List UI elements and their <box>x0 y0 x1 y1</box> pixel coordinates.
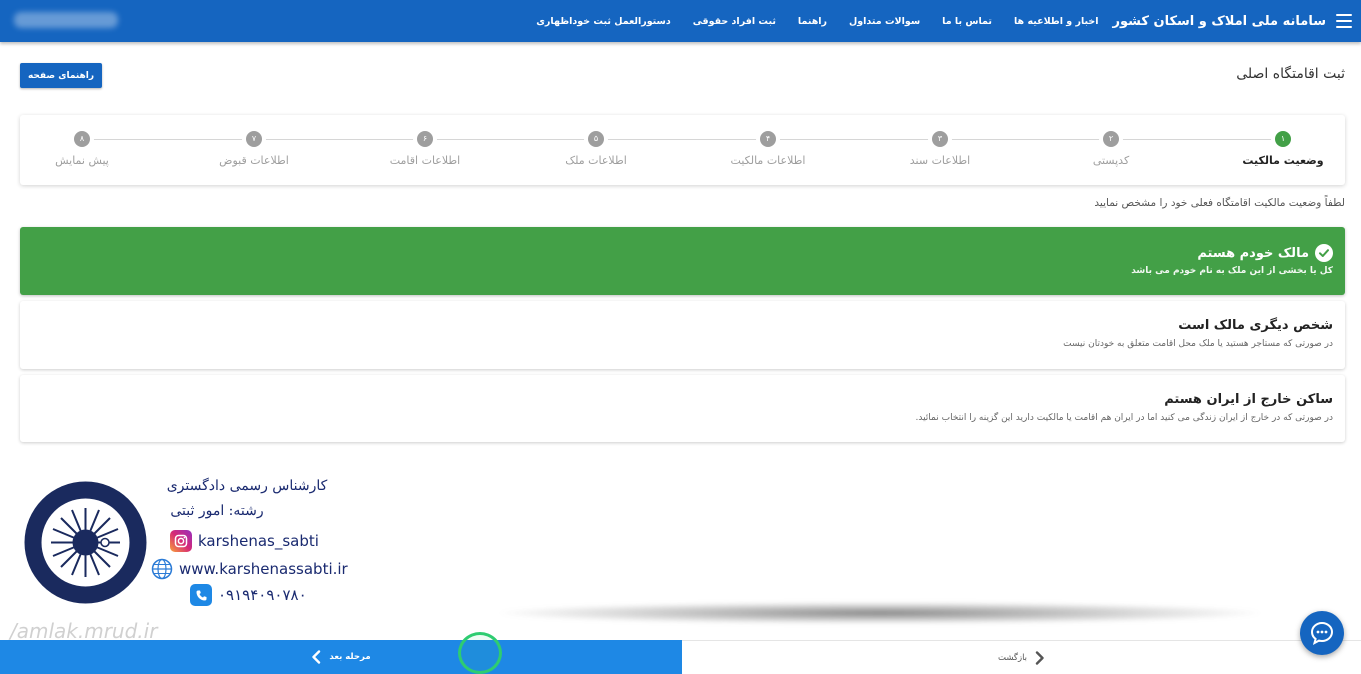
chevron-left-icon <box>312 650 321 664</box>
watermark-website: www.karshenassabti.ir <box>151 558 348 580</box>
step-number: ۲ <box>1103 131 1119 147</box>
phone-number: ۰۹۱۹۴۰۹۰۷۸۰ <box>218 586 307 604</box>
step-label: وضعیت مالکیت <box>1242 154 1324 167</box>
brand-title[interactable]: سامانه ملی املاک و اسکان کشور <box>1113 14 1326 29</box>
next-step-button[interactable]: مرحله بعد <box>0 640 682 674</box>
globe-icon <box>151 558 173 580</box>
step-number: ۳ <box>932 131 948 147</box>
option-subtitle: در صورتی که در خارج از ایران زندگی می کن… <box>915 413 1333 423</box>
step-number: ۶ <box>417 131 433 147</box>
menu-icon[interactable] <box>1336 14 1352 28</box>
step-number: ۷ <box>246 131 262 147</box>
step-number: ۱ <box>1275 131 1291 147</box>
check-circle-icon <box>1315 244 1333 262</box>
watermark-field: رشته: امور ثبتی <box>170 503 264 519</box>
option-other-owner[interactable]: شخص دیگری مالک است در صورتی که مستاجر هس… <box>20 301 1345 369</box>
chat-bubble-icon <box>1310 621 1334 645</box>
nav-links: اخبار و اطلاعیه ها تماس با ما سوالات متد… <box>536 16 1098 27</box>
step-label: پیش نمایش <box>55 154 109 167</box>
step-7[interactable]: ۷ اطلاعات قبوض <box>194 131 314 167</box>
option-title: ساکن خارج از ایران هستم <box>1164 392 1333 407</box>
watermark-instagram: karshenas_sabti <box>170 530 319 552</box>
progress-stepper: ۱ وضعیت مالکیت ۲ کدپستی ۳ اطلاعات سند ۴ … <box>20 115 1345 185</box>
page-help-button[interactable]: راهنمای صفحه <box>20 63 102 88</box>
phone-icon <box>190 584 212 606</box>
step-label: اطلاعات اقامت <box>389 154 461 167</box>
nav-link-legal-entities[interactable]: ثبت افراد حقوقی <box>693 16 776 27</box>
nav-link-faq[interactable]: سوالات متداول <box>849 16 920 27</box>
page-title: ثبت اقامتگاه اصلی <box>1236 66 1345 82</box>
option-subtitle: کل یا بخشی از این ملک به نام خودم می باش… <box>1131 266 1333 276</box>
chat-support-button[interactable] <box>1300 611 1344 655</box>
step-label: کدپستی <box>1092 154 1130 167</box>
instagram-icon <box>170 530 192 552</box>
step-number: ۴ <box>760 131 776 147</box>
step-1[interactable]: ۱ وضعیت مالکیت <box>1223 131 1343 167</box>
back-label: بازگشت <box>997 652 1028 663</box>
step-label: اطلاعات قبوض <box>219 154 289 167</box>
option-owner-self[interactable]: مالک خودم هستم کل یا بخشی از این ملک به … <box>20 227 1345 295</box>
nav-link-self-declaration-instructions[interactable]: دستورالعمل ثبت خوداظهاری <box>536 16 671 27</box>
nav-link-contact[interactable]: تماس با ما <box>942 16 992 27</box>
step-number: ۵ <box>588 131 604 147</box>
step-label: اطلاعات ملک <box>565 154 627 167</box>
option-abroad-resident[interactable]: ساکن خارج از ایران هستم در صورتی که در خ… <box>20 375 1345 442</box>
next-step-label: مرحله بعد <box>329 652 371 662</box>
step-number: ۸ <box>74 131 90 147</box>
instruction-text: لطفاً وضعیت مالکیت اقامتگاه فعلی خود را … <box>1094 197 1345 209</box>
option-title: مالک خودم هستم <box>20 244 1333 262</box>
official-seal-logo <box>23 480 148 605</box>
back-button[interactable]: بازگشت <box>682 640 1361 674</box>
chevron-right-icon <box>1035 650 1044 665</box>
watermark-title: کارشناس رسمی دادگستری <box>166 478 328 494</box>
website-url: www.karshenassabti.ir <box>179 560 348 578</box>
step-6[interactable]: ۶ اطلاعات اقامت <box>365 131 485 167</box>
top-navbar: سامانه ملی املاک و اسکان کشور اخبار و اط… <box>0 0 1361 42</box>
step-label: اطلاعات سند <box>909 154 971 167</box>
step-label: اطلاعات مالکیت <box>730 154 806 167</box>
step-4[interactable]: ۴ اطلاعات مالکیت <box>708 131 828 167</box>
step-3[interactable]: ۳ اطلاعات سند <box>880 131 1000 167</box>
user-name-blurred[interactable] <box>14 12 118 28</box>
blur-smudge <box>500 602 1260 624</box>
step-5[interactable]: ۵ اطلاعات ملک <box>536 131 656 167</box>
nav-link-guide[interactable]: راهنما <box>798 16 827 27</box>
nav-link-news[interactable]: اخبار و اطلاعیه ها <box>1014 16 1099 27</box>
step-8[interactable]: ۸ پیش نمایش <box>22 131 142 167</box>
option-subtitle: در صورتی که مستاجر هستید یا ملک محل اقام… <box>1063 339 1333 349</box>
cursor-highlight <box>458 632 502 674</box>
bottom-navigation: مرحله بعد بازگشت <box>0 640 1361 674</box>
instagram-handle: karshenas_sabti <box>198 532 319 550</box>
option-title: شخص دیگری مالک است <box>1178 318 1333 333</box>
watermark-phone: ۰۹۱۹۴۰۹۰۷۸۰ <box>190 584 307 606</box>
option-title-text: مالک خودم هستم <box>1197 245 1309 261</box>
step-2[interactable]: ۲ کدپستی <box>1051 131 1171 167</box>
